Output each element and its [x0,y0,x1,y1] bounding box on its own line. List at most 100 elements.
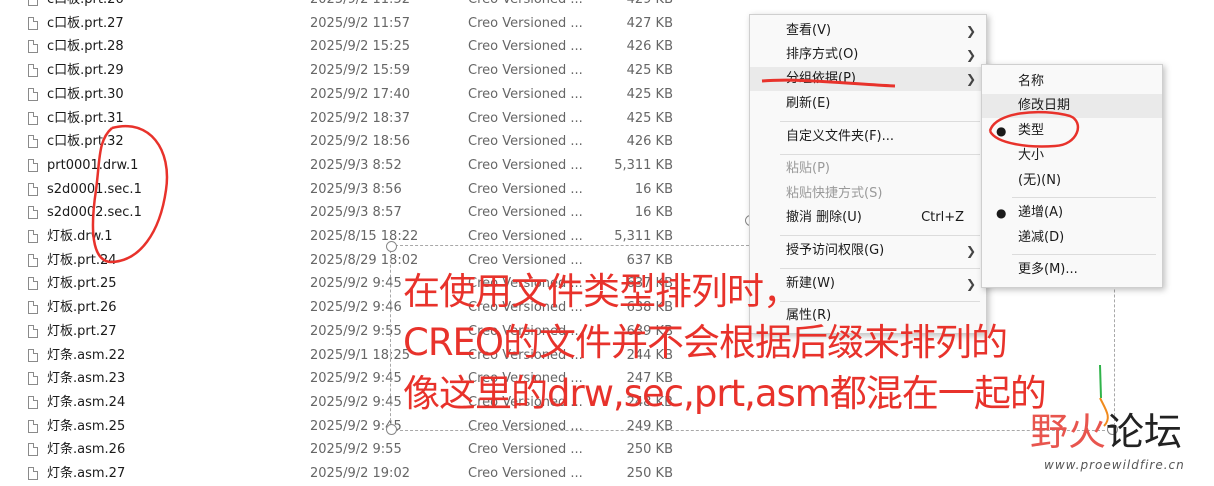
file-type: Creo Versioned ... [468,442,583,458]
file-size: 425 KB [626,86,673,102]
file-icon [28,0,38,6]
file-row[interactable]: c口板.prt.26 2025/9/2 11:52 Creo Versioned .… [0,0,700,12]
file-name: c口板.prt.27 [47,15,124,31]
file-name: 灯板.drw.1 [47,229,113,244]
menu-item-label: 大小 [1018,148,1045,163]
menu-item-sort-by[interactable]: 排序方式(O) ❯ [750,43,986,67]
annotation-line-2: CREO的文件并不会根据后缀来排列的 [403,321,1008,364]
menu-item-group-size[interactable]: 大小 [982,144,1162,168]
file-icon [28,277,38,291]
menu-item-label: 刷新(E) [786,96,831,111]
menu-item-label: 分组依据(P) [786,71,856,86]
file-type: Creo Versioned ... [468,134,583,150]
file-icon [28,158,38,172]
file-date: 2025/9/3 8:56 [310,181,402,197]
menu-item-undo-delete[interactable]: 撤消 删除(U) Ctrl+Z [750,206,986,230]
file-row[interactable]: c口板.prt.27 2025/9/2 11:57 Creo Versioned .… [0,12,700,36]
file-row[interactable]: c口板.prt.32 2025/9/2 18:56 Creo Versioned .… [0,130,700,154]
resize-handle[interactable] [386,424,397,435]
file-icon [28,87,38,101]
file-size: 425 KB [626,63,673,79]
menu-item-paste-shortcut[interactable]: 粘贴快捷方式(S) [750,182,986,206]
file-row[interactable]: 灯条.asm.26 2025/9/2 9:55 Creo Versioned ...… [0,438,700,462]
file-row[interactable]: c口板.prt.28 2025/9/2 15:25 Creo Versioned .… [0,35,700,59]
file-name: c口板.prt.28 [47,39,124,55]
file-name: c口板.prt.30 [47,86,124,102]
file-name: s2d0001.sec.1 [47,181,142,197]
file-row[interactable]: c口板.prt.30 2025/9/2 17:40 Creo Versioned .… [0,83,700,107]
menu-item-ascending[interactable]: ● 递增(A) [982,201,1162,225]
menu-item-label: (无)(N) [1018,173,1062,188]
file-icon [28,111,38,125]
menu-item-label: 查看(V) [786,23,832,38]
file-type: Creo Versioned ... [468,86,583,102]
file-date: 2025/9/2 18:37 [310,110,410,126]
file-type: Creo Versioned ... [468,15,583,31]
file-date: 2025/9/2 9:45 [310,371,402,387]
file-date: 2025/9/2 19:02 [310,466,410,481]
menu-item-group-none[interactable]: (无)(N) [982,169,1162,193]
menu-item-label: 粘贴(P) [786,161,830,176]
file-icon [28,372,38,386]
menu-item-grant-access[interactable]: 授予访问权限(G) ❯ [750,239,986,263]
file-name: c口板.prt.31 [47,110,124,126]
menu-item-group-type[interactable]: ● 类型 [982,119,1162,143]
file-name: 灯板.prt.27 [47,323,117,339]
file-date: 2025/9/2 15:25 [310,39,410,55]
file-size: 5,311 KB [614,157,673,173]
shortcut-label: Ctrl+Z [921,210,964,225]
menu-item-refresh[interactable]: 刷新(E) [750,92,986,116]
file-size: 250 KB [626,466,673,481]
file-icon [28,467,38,480]
file-name: c口板.prt.26 [47,0,124,12]
file-row[interactable]: c口板.prt.29 2025/9/2 15:59 Creo Versioned .… [0,59,700,83]
file-icon [28,395,38,409]
file-row[interactable]: s2d0001.sec.1 2025/9/3 8:56 Creo Versioned… [0,178,700,202]
file-size: 250 KB [626,442,673,458]
logo-url: www.proewildfire.cn [1044,458,1185,472]
file-name: 灯条.asm.23 [47,371,126,387]
file-icon [28,253,38,267]
file-name: prt0001.drw.1 [47,157,139,173]
file-icon [28,135,38,149]
menu-separator [780,268,980,269]
chevron-right-icon: ❯ [965,48,976,62]
menu-item-group-date-modified[interactable]: 修改日期 [982,94,1162,118]
menu-item-descending[interactable]: 递减(D) [982,226,1162,250]
menu-separator [780,301,980,302]
file-date: 2025/9/2 15:59 [310,63,410,79]
menu-item-label: 撤消 删除(U) [786,210,862,225]
chevron-right-icon: ❯ [965,277,976,291]
file-icon [28,443,38,457]
file-date: 2025/9/2 9:55 [310,323,402,339]
menu-item-label: 修改日期 [1018,98,1071,113]
menu-item-label: 自定义文件夹(F)... [786,129,895,144]
file-date: 2025/9/2 11:52 [310,0,410,12]
file-icon [28,301,38,315]
logo-part-1: 野火 [1030,410,1107,454]
file-name: 灯条.asm.26 [47,442,126,458]
file-row[interactable]: prt0001.drw.1 2025/9/3 8:52 Creo Versioned… [0,154,700,178]
menu-item-paste[interactable]: 粘贴(P) [750,157,986,181]
menu-item-label: 授予访问权限(G) [786,243,885,258]
menu-item-label: 粘贴快捷方式(S) [786,186,883,201]
file-name: 灯条.asm.24 [47,394,126,410]
file-row[interactable]: 灯条.asm.27 2025/9/2 19:02 Creo Versioned ..… [0,462,700,486]
file-size: 429 KB [590,0,673,12]
chevron-right-icon: ❯ [965,244,976,258]
file-size: 425 KB [626,110,673,126]
file-name: s2d0002.sec.1 [47,205,142,221]
file-row[interactable]: c口板.prt.31 2025/9/2 18:37 Creo Versioned .… [0,107,700,131]
menu-item-more[interactable]: 更多(M)... [982,258,1162,282]
menu-item-group-name[interactable]: 名称 [982,70,1162,94]
resize-handle[interactable] [386,241,397,252]
menu-item-label: 递增(A) [1018,205,1064,220]
file-type: Creo Versioned ... [468,0,588,12]
menu-item-customize-folder[interactable]: 自定义文件夹(F)... [750,125,986,149]
menu-item-group-by[interactable]: 分组依据(P) ❯ [750,67,986,91]
file-type: Creo Versioned ... [468,466,583,481]
bullet-icon: ● [996,206,1007,220]
file-icon [28,230,38,243]
file-row[interactable]: s2d0002.sec.1 2025/9/3 8:57 Creo Versioned… [0,201,700,225]
menu-item-view[interactable]: 查看(V) ❯ [750,19,986,43]
